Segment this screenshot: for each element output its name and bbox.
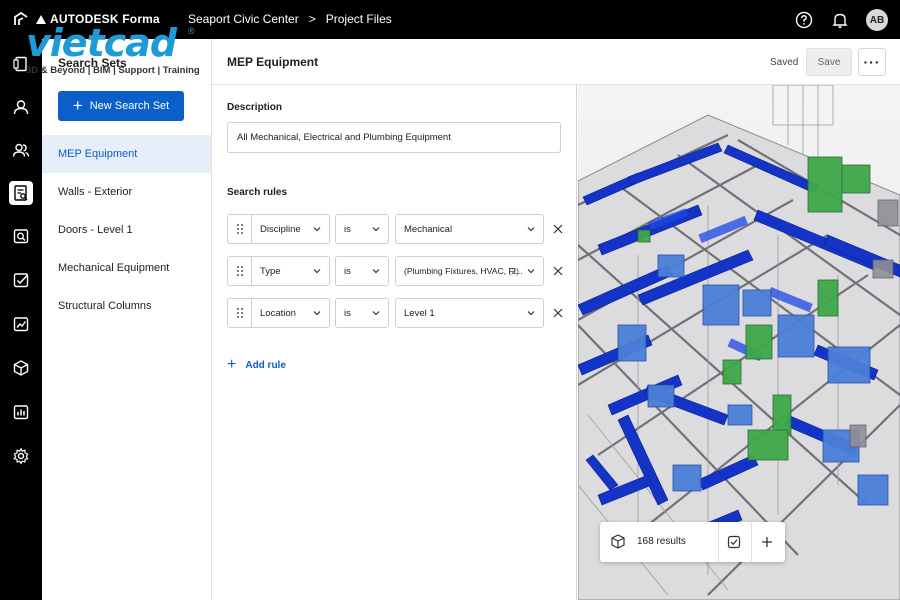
watermark-registered: ® bbox=[188, 26, 195, 36]
rule-row: Type is (Plumbing Fixtures, HVAC, Fl... … bbox=[227, 256, 567, 286]
results-toolbar: 168 results bbox=[600, 522, 785, 562]
clash-icon[interactable] bbox=[9, 224, 33, 248]
new-search-set-label: New Search Set bbox=[89, 100, 170, 112]
drag-handle-icon[interactable] bbox=[227, 298, 251, 328]
rule-value-text: Level 1 bbox=[404, 307, 435, 319]
sidebar-item-walls-exterior[interactable]: Walls - Exterior bbox=[42, 173, 211, 211]
chevron-down-icon bbox=[313, 311, 321, 316]
save-button[interactable]: Save bbox=[806, 48, 852, 76]
rule-operator-select[interactable]: is bbox=[335, 214, 389, 244]
rule-value-select[interactable]: Mechanical bbox=[395, 214, 544, 244]
sidebar-item-mechanical-equipment[interactable]: Mechanical Equipment bbox=[42, 249, 211, 287]
more-icon: ··· bbox=[863, 54, 881, 70]
drag-handle-icon[interactable] bbox=[227, 214, 251, 244]
chevron-down-icon bbox=[372, 269, 380, 274]
left-nav-rail bbox=[0, 39, 42, 600]
rule-value-select[interactable]: (Plumbing Fixtures, HVAC, Fl... (2) bbox=[395, 256, 544, 286]
rule-operator-select[interactable]: is bbox=[335, 256, 389, 286]
search-sets-icon[interactable] bbox=[9, 181, 33, 205]
chevron-down-icon bbox=[372, 227, 380, 232]
rule-operator-value: is bbox=[344, 223, 351, 235]
toolbar-divider bbox=[718, 522, 719, 562]
more-options-button[interactable]: ··· bbox=[858, 48, 886, 76]
sidebar-item-label: Structural Columns bbox=[58, 300, 152, 312]
user-icon[interactable] bbox=[9, 95, 33, 119]
rule-operator-value: is bbox=[344, 265, 351, 277]
sidebar-item-doors-level-1[interactable]: Doors - Level 1 bbox=[42, 211, 211, 249]
add-icon[interactable] bbox=[760, 535, 774, 549]
vietcad-watermark: vietcad ® 3D & Beyond | BIM | Support | … bbox=[26, 21, 200, 76]
rule-field-value: Location bbox=[260, 307, 296, 319]
toolbar-divider bbox=[751, 522, 752, 562]
breadcrumb-separator: > bbox=[308, 12, 316, 26]
save-status: Saved bbox=[770, 57, 799, 68]
remove-rule-close-icon[interactable] bbox=[551, 264, 565, 278]
settings-icon[interactable] bbox=[9, 444, 33, 468]
avatar[interactable]: AB bbox=[866, 9, 888, 31]
check-icon[interactable] bbox=[9, 268, 33, 292]
rule-field-value: Discipline bbox=[260, 223, 301, 235]
breadcrumb-project[interactable]: Seaport Civic Center bbox=[188, 12, 299, 26]
rule-value-count: (2) bbox=[508, 266, 519, 276]
rule-operator-value: is bbox=[344, 307, 351, 319]
new-search-set-button[interactable]: + New Search Set bbox=[58, 91, 184, 121]
watermark-tagline: 3D & Beyond | BIM | Support | Training bbox=[26, 65, 200, 76]
rule-row: Discipline is Mechanical bbox=[227, 214, 567, 244]
rule-operator-select[interactable]: is bbox=[335, 298, 389, 328]
rule-value-text: (Plumbing Fixtures, HVAC, Fl... bbox=[404, 266, 523, 276]
chevron-down-icon bbox=[527, 227, 535, 232]
results-count: 168 results bbox=[637, 536, 686, 547]
chevron-down-icon bbox=[527, 311, 535, 316]
watermark-name: vietcad bbox=[26, 21, 177, 65]
search-set-list: MEP Equipment Walls - Exterior Doors - L… bbox=[42, 135, 211, 325]
page-title: MEP Equipment bbox=[227, 55, 319, 69]
description-input[interactable]: All Mechanical, Electrical and Plumbing … bbox=[227, 122, 561, 153]
search-set-form: Description All Mechanical, Electrical a… bbox=[212, 85, 577, 600]
sidebar-item-label: MEP Equipment bbox=[58, 148, 138, 160]
rule-field-select[interactable]: Discipline bbox=[251, 214, 330, 244]
remove-rule-close-icon[interactable] bbox=[551, 306, 565, 320]
add-rule-label: Add rule bbox=[245, 359, 286, 371]
sidebar-item-structural-columns[interactable]: Structural Columns bbox=[42, 287, 211, 325]
isolate-icon[interactable] bbox=[727, 535, 741, 549]
rule-row: Location is Level 1 bbox=[227, 298, 567, 328]
cube-icon bbox=[611, 534, 625, 549]
drag-handle-icon[interactable] bbox=[227, 256, 251, 286]
sidebar-item-label: Doors - Level 1 bbox=[58, 224, 133, 236]
chevron-down-icon bbox=[527, 269, 535, 274]
rule-field-select[interactable]: Type bbox=[251, 256, 330, 286]
sidebar-item-mep-equipment[interactable]: MEP Equipment bbox=[42, 135, 211, 173]
sidebar-item-label: Walls - Exterior bbox=[58, 186, 133, 198]
insight-icon[interactable] bbox=[9, 312, 33, 336]
chart-icon[interactable] bbox=[9, 400, 33, 424]
add-rule-button[interactable]: + Add rule bbox=[227, 356, 286, 373]
rule-field-value: Type bbox=[260, 265, 281, 277]
top-actions: AB bbox=[794, 9, 888, 31]
search-rules-label: Search rules bbox=[227, 187, 288, 198]
search-sets-sidebar: Search Sets + New Search Set MEP Equipme… bbox=[42, 39, 212, 600]
rule-value-text: Mechanical bbox=[404, 223, 453, 235]
sidebar-item-label: Mechanical Equipment bbox=[58, 262, 170, 274]
rule-value-select[interactable]: Level 1 bbox=[395, 298, 544, 328]
breadcrumb-folder[interactable]: Project Files bbox=[326, 12, 392, 26]
remove-rule-close-icon[interactable] bbox=[551, 222, 565, 236]
bell-icon[interactable] bbox=[830, 10, 850, 30]
plus-icon: + bbox=[72, 96, 83, 115]
plus-icon: + bbox=[227, 356, 237, 373]
chevron-down-icon bbox=[313, 269, 321, 274]
description-label: Description bbox=[227, 102, 283, 113]
team-icon[interactable] bbox=[9, 138, 33, 162]
help-icon[interactable] bbox=[794, 10, 814, 30]
model-icon[interactable] bbox=[9, 356, 33, 380]
rule-field-select[interactable]: Location bbox=[251, 298, 330, 328]
content-header: MEP Equipment Saved Save ··· bbox=[212, 39, 900, 85]
breadcrumb: Seaport Civic Center > Project Files bbox=[188, 12, 392, 26]
chevron-down-icon bbox=[372, 311, 380, 316]
chevron-down-icon bbox=[313, 227, 321, 232]
